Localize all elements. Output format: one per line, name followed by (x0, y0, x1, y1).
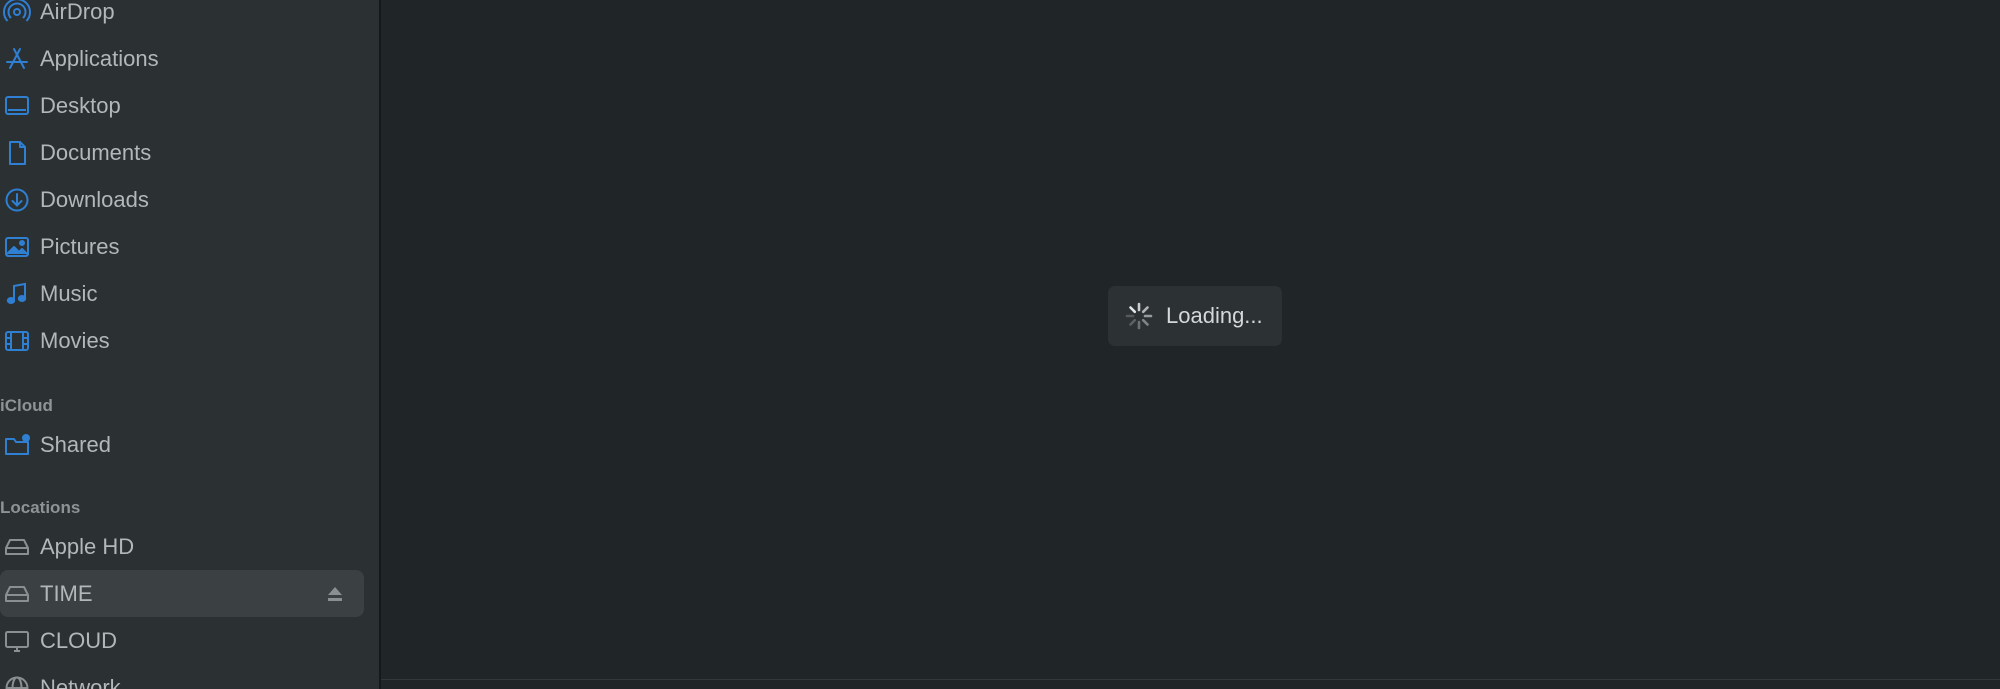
sidebar-item-label: Documents (40, 139, 152, 165)
section-header-icloud: iCloud (0, 396, 53, 415)
sidebar-item-label: Movies (40, 327, 110, 353)
section-header-locations: Locations (0, 498, 81, 517)
sidebar: AirDrop Applications Desktop Documents D… (0, 0, 381, 689)
loading-indicator: Loading... (1108, 286, 1282, 346)
content-area: Loading... (381, 0, 2000, 689)
sidebar-item-downloads[interactable]: Downloads (0, 176, 364, 223)
sidebar-item-movies[interactable]: Movies (0, 317, 364, 364)
sidebar-item-airdrop[interactable]: AirDrop (0, 0, 364, 35)
download-icon (2, 185, 32, 215)
eject-icon[interactable] (324, 583, 346, 605)
globe-icon (2, 673, 32, 689)
sidebar-item-label: Applications (40, 45, 159, 71)
sidebar-item-applications[interactable]: Applications (0, 35, 364, 82)
sidebar-item-label: TIME (40, 580, 93, 606)
sidebar-item-time[interactable]: TIME (0, 570, 364, 617)
drive-icon (2, 532, 32, 562)
sidebar-item-network[interactable]: Network (0, 664, 364, 689)
sidebar-item-cloud[interactable]: CLOUD (0, 617, 364, 664)
sidebar-item-label: CLOUD (40, 627, 118, 653)
airdrop-icon (2, 0, 32, 27)
sidebar-item-label: AirDrop (40, 0, 115, 24)
sidebar-item-label: Downloads (40, 186, 149, 212)
sidebar-item-label: Desktop (40, 92, 121, 118)
sidebar-item-label: Shared (40, 431, 111, 457)
divider (381, 679, 2000, 680)
drive-icon (2, 579, 32, 609)
pictures-icon (2, 232, 32, 262)
sidebar-item-desktop[interactable]: Desktop (0, 82, 364, 129)
applications-icon (2, 44, 32, 74)
desktop-icon (2, 91, 32, 121)
finder-window: AirDrop Applications Desktop Documents D… (0, 0, 2000, 689)
sidebar-item-music[interactable]: Music (0, 270, 364, 317)
sidebar-item-label: Apple HD (40, 533, 135, 559)
sidebar-item-documents[interactable]: Documents (0, 129, 364, 176)
music-note-icon (2, 279, 32, 309)
loading-text: Loading... (1166, 303, 1263, 328)
sidebar-item-pictures[interactable]: Pictures (0, 223, 364, 270)
shared-folder-icon (2, 430, 32, 460)
film-icon (2, 326, 32, 356)
spinner-icon (1125, 302, 1153, 330)
document-icon (2, 138, 32, 168)
monitor-icon (2, 626, 32, 656)
sidebar-item-label: Network (40, 674, 121, 689)
sidebar-item-label: Music (40, 280, 98, 306)
sidebar-item-label: Pictures (40, 233, 120, 259)
sidebar-item-apple-hd[interactable]: Apple HD (0, 523, 364, 570)
sidebar-item-shared[interactable]: Shared (0, 421, 364, 468)
